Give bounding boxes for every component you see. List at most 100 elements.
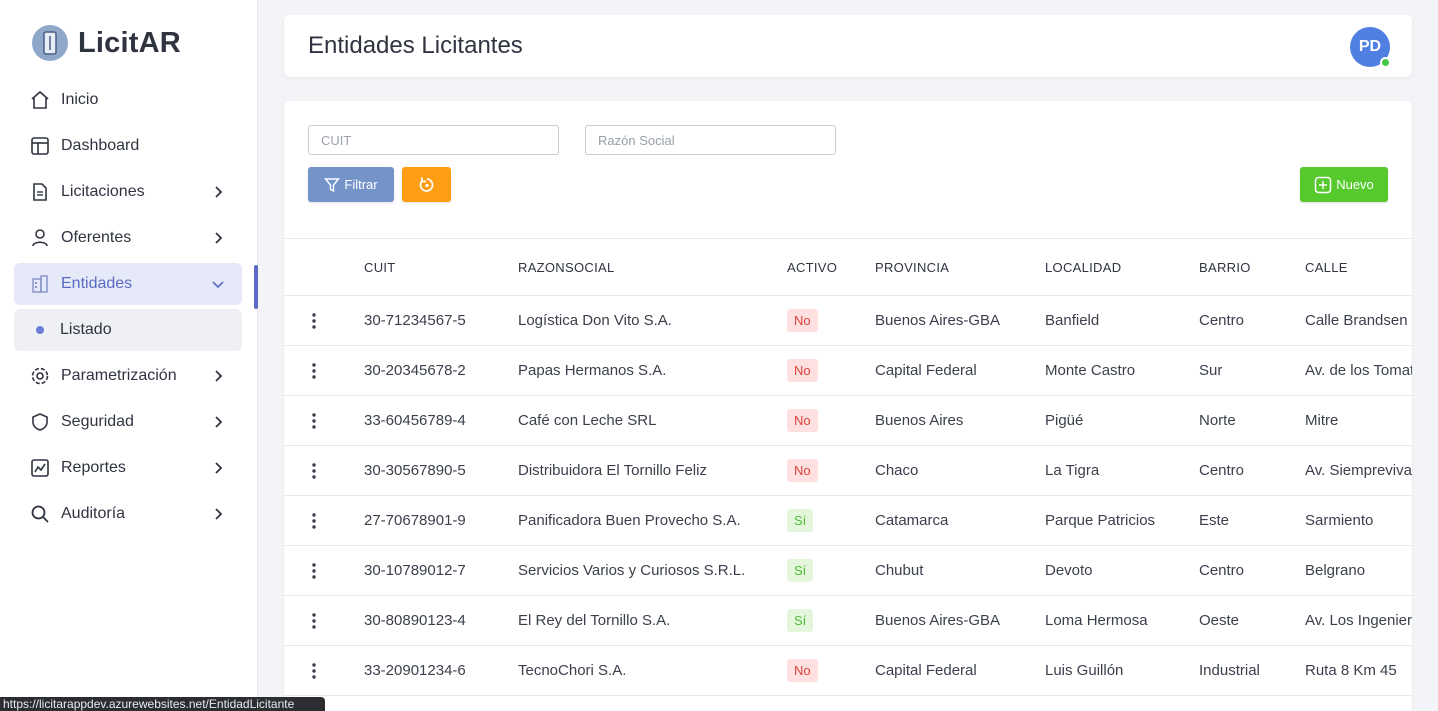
sidebar-item-label: Reportes xyxy=(61,459,126,476)
sidebar-item-licitaciones[interactable]: Licitaciones xyxy=(14,171,242,213)
kebab-menu-icon[interactable] xyxy=(304,462,324,479)
table-cell: Buenos Aires xyxy=(875,395,1045,446)
column-header[interactable]: LOCALIDAD xyxy=(1045,238,1199,296)
sidebar-item-reportes[interactable]: Reportes xyxy=(14,447,242,489)
page-title: Entidades Licitantes xyxy=(308,32,523,59)
column-header[interactable]: BARRIO xyxy=(1199,238,1305,296)
status-badge: No xyxy=(787,409,818,432)
table-cell: Parque Patricios xyxy=(1045,495,1199,546)
table-cell: Catamarca xyxy=(875,495,1045,546)
kebab-menu-icon[interactable] xyxy=(304,512,324,529)
table-cell: Distribuidora El Tornillo Feliz xyxy=(518,445,787,496)
table-row[interactable]: 33-60456789-4 Café con Leche SRL No Buenos … xyxy=(284,395,1412,446)
filter-button[interactable]: Filtrar xyxy=(308,167,394,202)
table-cell: No xyxy=(787,345,875,396)
row-actions-cell xyxy=(284,545,364,596)
column-header[interactable]: CUIT xyxy=(364,238,518,296)
sidebar-item-label: Oferentes xyxy=(61,229,132,246)
razon-social-input[interactable] xyxy=(585,125,836,155)
column-header[interactable]: ACTIVO xyxy=(787,238,875,296)
column-header[interactable]: PROVINCIA xyxy=(875,238,1045,296)
sidebar-item-seguridad[interactable]: Seguridad xyxy=(14,401,242,443)
table-row[interactable]: 33-20901234-6 TecnoChori S.A. No Capital Fe… xyxy=(284,645,1412,696)
table-cell: Servicios Varios y Curiosos S.R.L. xyxy=(518,545,787,596)
new-button[interactable]: Nuevo xyxy=(1300,167,1388,202)
sidebar-item-dashboard[interactable]: Dashboard xyxy=(14,125,242,167)
sidebar-item-label: Seguridad xyxy=(61,413,134,430)
status-badge: No xyxy=(787,309,818,332)
row-actions-cell xyxy=(284,445,364,496)
chevron-down-icon xyxy=(210,276,226,292)
row-actions-cell xyxy=(284,395,364,446)
status-badge: Sí xyxy=(787,559,814,582)
table-row[interactable]: 30-20345678-2 Papas Hermanos S.A. No Capita… xyxy=(284,345,1412,396)
entities-table: CUIT RAZONSOCIAL ACTIVO PROVINCIA LOCALI… xyxy=(284,238,1412,696)
table-cell: 30-80890123-4 xyxy=(364,595,518,646)
table-row[interactable]: 30-80890123-4 El Rey del Tornillo S.A. Sí B… xyxy=(284,595,1412,646)
table-cell: Chubut xyxy=(875,545,1045,596)
kebab-menu-icon[interactable] xyxy=(304,362,324,379)
sidebar-item-entidades[interactable]: Entidades xyxy=(14,263,242,305)
row-actions-cell xyxy=(284,295,364,346)
table-cell: Sarmiento xyxy=(1305,495,1412,546)
kebab-menu-icon[interactable] xyxy=(304,412,324,429)
table-cell: Este xyxy=(1199,495,1305,546)
sidebar-item-auditoria[interactable]: Auditoría xyxy=(14,493,242,535)
document-icon xyxy=(30,182,50,202)
chevron-right-icon xyxy=(210,414,226,430)
kebab-menu-icon[interactable] xyxy=(304,312,324,329)
sidebar-item-label: Inicio xyxy=(61,91,99,108)
table-cell: Monte Castro xyxy=(1045,345,1199,396)
table-cell: 33-60456789-4 xyxy=(364,395,518,446)
column-header[interactable]: RAZONSOCIAL xyxy=(518,238,787,296)
table-row[interactable]: 30-10789012-7 Servicios Varios y Curiosos… xyxy=(284,545,1412,596)
sidebar-item-inicio[interactable]: Inicio xyxy=(14,79,242,121)
table-row[interactable]: 30-30567890-5 Distribuidora El Tornillo F… xyxy=(284,445,1412,496)
dashboard-icon xyxy=(30,136,50,156)
chevron-right-icon xyxy=(210,506,226,522)
chart-icon xyxy=(30,458,50,478)
table-cell: Belgrano xyxy=(1305,545,1412,596)
table-cell: Norte xyxy=(1199,395,1305,446)
kebab-menu-icon[interactable] xyxy=(304,612,324,629)
table-row[interactable]: 30-71234567-5 Logística Don Vito S.A. No Bu… xyxy=(284,295,1412,346)
sidebar: LicitAR Inicio Dashboard Licitaciones Of… xyxy=(0,0,258,711)
user-icon xyxy=(30,228,50,248)
sidebar-nav: Inicio Dashboard Licitaciones Oferentes … xyxy=(14,79,242,539)
table-cell: No xyxy=(787,295,875,346)
table-cell: 30-10789012-7 xyxy=(364,545,518,596)
row-actions-cell xyxy=(284,645,364,696)
active-indicator xyxy=(254,265,258,309)
app-logo[interactable]: LicitAR xyxy=(32,25,181,61)
filter-button-label: Filtrar xyxy=(344,177,378,192)
row-actions-cell xyxy=(284,595,364,646)
kebab-menu-icon[interactable] xyxy=(304,662,324,679)
app-name: LicitAR xyxy=(78,26,181,59)
status-badge: No xyxy=(787,359,818,382)
avatar[interactable]: PD xyxy=(1350,27,1391,68)
table-cell: TecnoChori S.A. xyxy=(518,645,787,696)
column-header-actions xyxy=(284,238,364,296)
table-row[interactable]: 27-70678901-9 Panificadora Buen Provecho … xyxy=(284,495,1412,546)
shield-icon xyxy=(30,412,50,432)
table-cell: Sí xyxy=(787,495,875,546)
table-cell: No xyxy=(787,445,875,496)
table-cell: Logística Don Vito S.A. xyxy=(518,295,787,346)
table-cell: Ruta 8 Km 45 xyxy=(1305,645,1412,696)
table-cell: Sur xyxy=(1199,345,1305,396)
kebab-menu-icon[interactable] xyxy=(304,562,324,579)
reset-button[interactable] xyxy=(402,167,451,202)
building-icon xyxy=(30,274,50,294)
sidebar-item-listado[interactable]: Listado xyxy=(14,309,242,351)
add-icon xyxy=(1314,176,1332,193)
new-button-label: Nuevo xyxy=(1336,177,1374,192)
chevron-right-icon xyxy=(210,368,226,384)
table-cell: Banfield xyxy=(1045,295,1199,346)
sidebar-item-parametrizacion[interactable]: Parametrización xyxy=(14,355,242,397)
cuit-input[interactable] xyxy=(308,125,559,155)
filter-icon xyxy=(324,177,341,192)
table-cell: Café con Leche SRL xyxy=(518,395,787,446)
sidebar-item-oferentes[interactable]: Oferentes xyxy=(14,217,242,259)
table-cell: Centro xyxy=(1199,445,1305,496)
column-header[interactable]: CALLE xyxy=(1305,238,1412,296)
